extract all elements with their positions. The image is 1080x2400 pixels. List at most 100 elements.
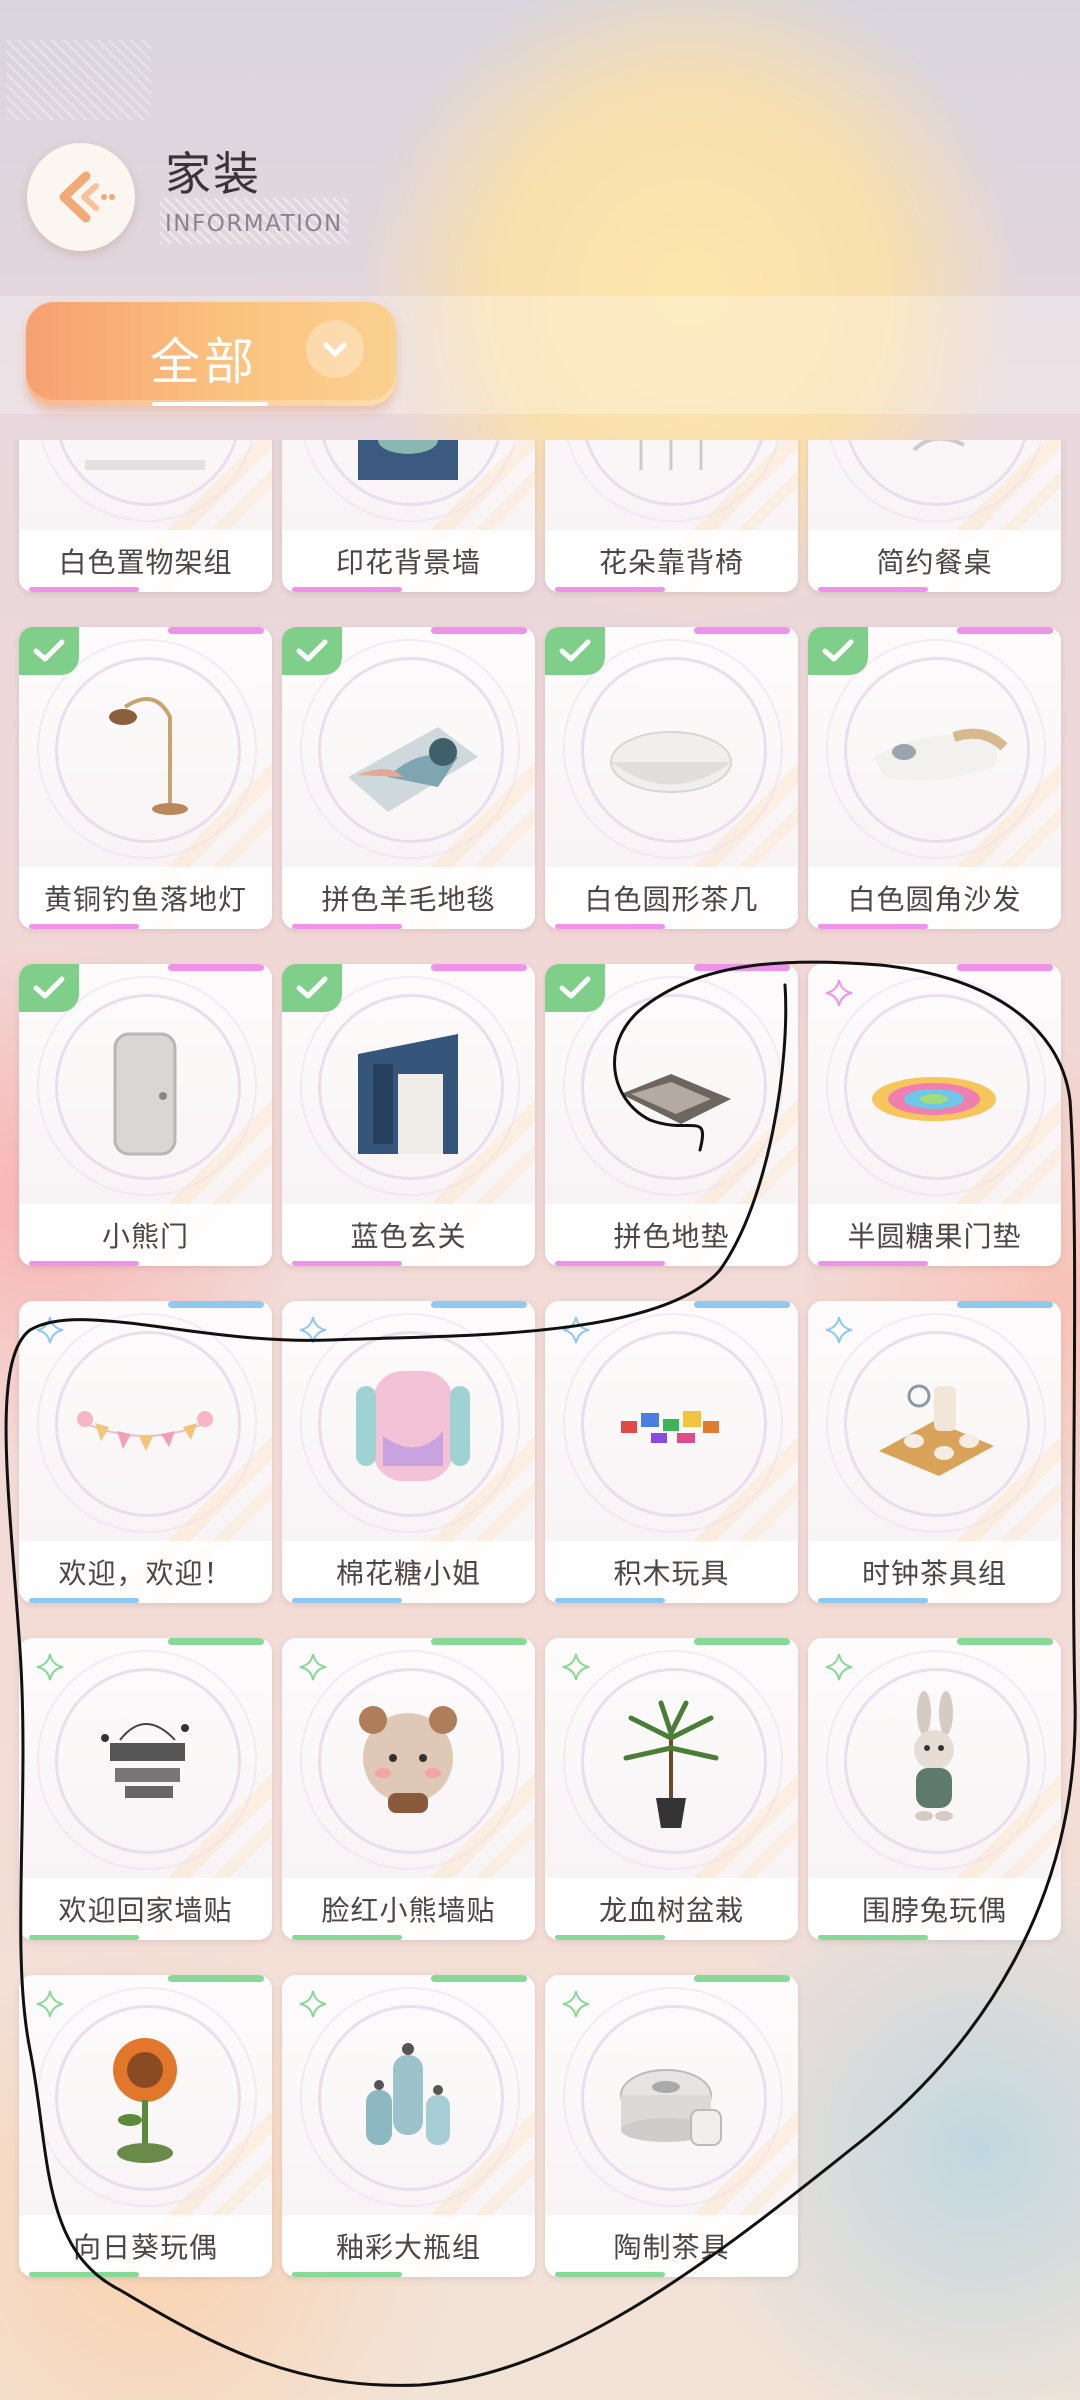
item-label-bar: 拼色羊毛地毯 bbox=[282, 867, 535, 929]
rarity-bar bbox=[168, 627, 264, 634]
item-label-bar: 欢迎，欢迎！ bbox=[19, 1541, 272, 1603]
item-card[interactable]: 简约餐桌 bbox=[808, 440, 1061, 592]
sofa-icon bbox=[854, 667, 1014, 827]
back-button[interactable] bbox=[27, 143, 135, 251]
item-name: 时钟茶具组 bbox=[861, 1557, 1007, 1590]
item-card[interactable]: 欢迎，欢迎！ bbox=[19, 1301, 272, 1603]
chair-icon bbox=[591, 440, 751, 490]
item-card[interactable]: 欢迎回家墙贴 bbox=[19, 1638, 272, 1940]
item-card[interactable]: 拼色地垫 bbox=[545, 964, 798, 1266]
chevron-down-icon[interactable] bbox=[306, 320, 364, 378]
rarity-bar bbox=[694, 964, 790, 971]
rarity-accent bbox=[555, 2272, 665, 2277]
item-label-bar: 龙血树盆栽 bbox=[545, 1878, 798, 1940]
item-name: 脸红小熊墙贴 bbox=[321, 1894, 496, 1927]
potted-plant-icon bbox=[591, 1678, 751, 1838]
blocks-icon bbox=[591, 1341, 751, 1501]
item-label-bar: 积木玩具 bbox=[545, 1541, 798, 1603]
item-card[interactable]: 半圆糖果门垫 bbox=[808, 964, 1061, 1266]
page-subtitle: INFORMATION bbox=[165, 211, 343, 237]
sparkle-icon bbox=[825, 1653, 853, 1681]
bear-sticker-icon bbox=[328, 1678, 488, 1838]
item-card[interactable]: 拼色羊毛地毯 bbox=[282, 627, 535, 929]
sparkle-icon bbox=[299, 1316, 327, 1344]
rarity-accent bbox=[555, 1935, 665, 1940]
item-card[interactable]: 陶制茶具 bbox=[545, 1975, 798, 2277]
item-card[interactable]: 脸红小熊墙贴 bbox=[282, 1638, 535, 1940]
rarity-accent bbox=[555, 1261, 665, 1266]
item-label-bar: 小熊门 bbox=[19, 1204, 272, 1266]
sparkle-icon bbox=[562, 1990, 590, 2018]
item-card[interactable]: 龙血树盆栽 bbox=[545, 1638, 798, 1940]
item-card[interactable]: 围脖兔玩偶 bbox=[808, 1638, 1061, 1940]
bunting-icon bbox=[65, 1341, 225, 1501]
rarity-accent bbox=[292, 1598, 402, 1603]
rarity-accent bbox=[292, 1935, 402, 1940]
item-name: 简约餐桌 bbox=[876, 546, 993, 579]
entryway-icon bbox=[328, 1004, 488, 1164]
rarity-accent bbox=[292, 1261, 402, 1266]
item-card[interactable]: 白色置物架组 bbox=[19, 440, 272, 592]
item-label-bar: 陶制茶具 bbox=[545, 2215, 798, 2277]
item-label-bar: 时钟茶具组 bbox=[808, 1541, 1061, 1603]
tea-set-icon bbox=[854, 1341, 1014, 1501]
cushion-icon bbox=[328, 1341, 488, 1501]
rarity-bar bbox=[694, 1638, 790, 1645]
item-card[interactable]: 小熊门 bbox=[19, 964, 272, 1266]
item-label-bar: 棉花糖小姐 bbox=[282, 1541, 535, 1603]
rarity-accent bbox=[292, 2272, 402, 2277]
round-table-icon bbox=[591, 667, 751, 827]
sparkle-icon bbox=[562, 1653, 590, 1681]
rarity-bar bbox=[431, 1638, 527, 1645]
item-name: 印花背景墙 bbox=[335, 546, 481, 579]
item-card[interactable]: 向日葵玩偶 bbox=[19, 1975, 272, 2277]
item-name: 半圆糖果门垫 bbox=[847, 1220, 1022, 1253]
item-name: 拼色地垫 bbox=[613, 1220, 730, 1253]
rarity-accent bbox=[29, 587, 139, 592]
item-name: 黄铜钓鱼落地灯 bbox=[43, 883, 247, 916]
rarity-accent bbox=[555, 1598, 665, 1603]
item-card[interactable]: 釉彩大瓶组 bbox=[282, 1975, 535, 2277]
item-label-bar: 蓝色玄关 bbox=[282, 1204, 535, 1266]
item-name: 棉花糖小姐 bbox=[335, 1557, 481, 1590]
filter-underline bbox=[152, 402, 268, 406]
sunflower-doll-icon bbox=[65, 2015, 225, 2175]
item-name: 白色置物架组 bbox=[58, 546, 233, 579]
rarity-bar bbox=[957, 627, 1053, 634]
item-name: 花朵靠背椅 bbox=[598, 546, 744, 579]
rarity-bar bbox=[168, 1301, 264, 1308]
rarity-bar bbox=[431, 964, 527, 971]
item-name: 向日葵玩偶 bbox=[72, 2231, 218, 2264]
item-label-bar: 半圆糖果门垫 bbox=[808, 1204, 1061, 1266]
sparkle-icon bbox=[299, 1990, 327, 2018]
item-label-bar: 黄铜钓鱼落地灯 bbox=[19, 867, 272, 929]
item-label-bar: 白色置物架组 bbox=[19, 530, 272, 592]
item-card[interactable]: 花朵靠背椅 bbox=[545, 440, 798, 592]
item-card[interactable]: 白色圆角沙发 bbox=[808, 627, 1061, 929]
item-label-bar: 白色圆角沙发 bbox=[808, 867, 1061, 929]
item-label-bar: 拼色地垫 bbox=[545, 1204, 798, 1266]
rarity-bar bbox=[168, 1638, 264, 1645]
rarity-bar bbox=[168, 1975, 264, 1982]
item-name: 白色圆角沙发 bbox=[847, 883, 1022, 916]
rarity-accent bbox=[29, 1598, 139, 1603]
item-card[interactable]: 印花背景墙 bbox=[282, 440, 535, 592]
item-card[interactable]: 时钟茶具组 bbox=[808, 1301, 1061, 1603]
item-card[interactable]: 白色圆形茶几 bbox=[545, 627, 798, 929]
item-card[interactable]: 棉花糖小姐 bbox=[282, 1301, 535, 1603]
item-card[interactable]: 黄铜钓鱼落地灯 bbox=[19, 627, 272, 929]
item-card[interactable]: 蓝色玄关 bbox=[282, 964, 535, 1266]
item-label-bar: 花朵靠背椅 bbox=[545, 530, 798, 592]
rarity-bar bbox=[431, 1301, 527, 1308]
item-name: 釉彩大瓶组 bbox=[335, 2231, 481, 2264]
item-card[interactable]: 积木玩具 bbox=[545, 1301, 798, 1603]
rarity-accent bbox=[818, 1935, 928, 1940]
sparkle-icon bbox=[36, 1653, 64, 1681]
rarity-accent bbox=[29, 1935, 139, 1940]
sparkle-icon bbox=[299, 1653, 327, 1681]
sparkle-icon bbox=[825, 979, 853, 1007]
rarity-accent bbox=[29, 924, 139, 929]
item-name: 龙血树盆栽 bbox=[598, 1894, 744, 1927]
rarity-accent bbox=[29, 2272, 139, 2277]
rarity-bar bbox=[431, 1975, 527, 1982]
